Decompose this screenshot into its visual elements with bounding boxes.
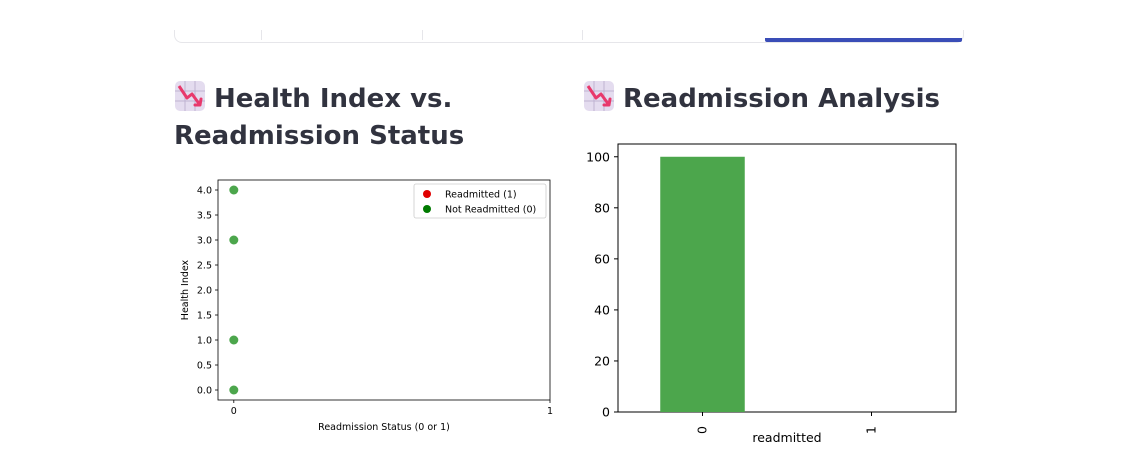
legend-label: Not Readmitted (0) — [445, 205, 536, 216]
right-heading: Readmission Analysis — [623, 84, 941, 114]
x-tick-label: 0 — [695, 426, 710, 434]
chart-decreasing-icon — [584, 81, 614, 111]
y-tick-label: 3.5 — [197, 211, 212, 222]
bar — [660, 156, 745, 412]
y-axis-label: Health Index — [180, 259, 191, 320]
y-tick-label: 2.5 — [197, 261, 212, 272]
left-heading-line2: Readmission Status — [174, 121, 465, 151]
data-point — [229, 385, 239, 395]
y-tick-label: 1.5 — [197, 311, 212, 322]
data-point — [229, 185, 239, 195]
y-tick-label: 60 — [594, 251, 610, 266]
active-tab-indicator — [765, 38, 962, 42]
readmission-bar-chart: 0 20 40 60 80 100 0 1 readmitted — [586, 143, 957, 445]
legend-marker — [423, 205, 431, 213]
tab-2[interactable] — [262, 30, 422, 42]
legend-label: Readmitted (1) — [445, 190, 517, 201]
y-tick-label: 20 — [594, 353, 610, 368]
x-tick-label: 1 — [547, 406, 553, 417]
y-tick-label: 80 — [594, 200, 610, 215]
x-axis-label: readmitted — [752, 430, 821, 445]
left-heading-line1: Health Index vs. — [214, 84, 453, 114]
tab-1[interactable] — [175, 30, 261, 42]
chart-decreasing-icon — [175, 81, 205, 111]
tab-3[interactable] — [423, 30, 582, 42]
y-tick-label: 1.0 — [197, 336, 212, 347]
data-point — [229, 235, 239, 245]
y-tick-label: 0.5 — [197, 361, 212, 372]
y-tick-label: 2.0 — [197, 286, 212, 297]
x-tick-label: 0 — [231, 406, 237, 417]
legend-marker — [423, 190, 431, 198]
x-tick-label: 1 — [864, 426, 879, 434]
chart-legend: Readmitted (1) Not Readmitted (0) — [413, 183, 547, 219]
data-point — [229, 335, 239, 345]
y-tick-label: 4.0 — [197, 186, 212, 197]
y-tick-label: 3.0 — [197, 236, 212, 247]
health-index-scatter-chart: 0.0 0.5 1.0 1.5 2.0 2.5 3.0 3.5 4.0 0 1 Readmission… — [180, 179, 553, 433]
right-section-heading: Readmission Analysis — [583, 80, 940, 118]
left-section-heading: Health Index vs. Readmission Status — [174, 80, 464, 155]
y-tick-label: 0 — [602, 405, 610, 420]
y-tick-label: 0.0 — [197, 386, 212, 397]
x-axis-label: Readmission Status (0 or 1) — [318, 422, 450, 433]
tab-4[interactable] — [583, 30, 765, 42]
y-tick-label: 100 — [586, 149, 610, 164]
tab-bar — [174, 30, 964, 43]
y-tick-label: 40 — [594, 302, 610, 317]
